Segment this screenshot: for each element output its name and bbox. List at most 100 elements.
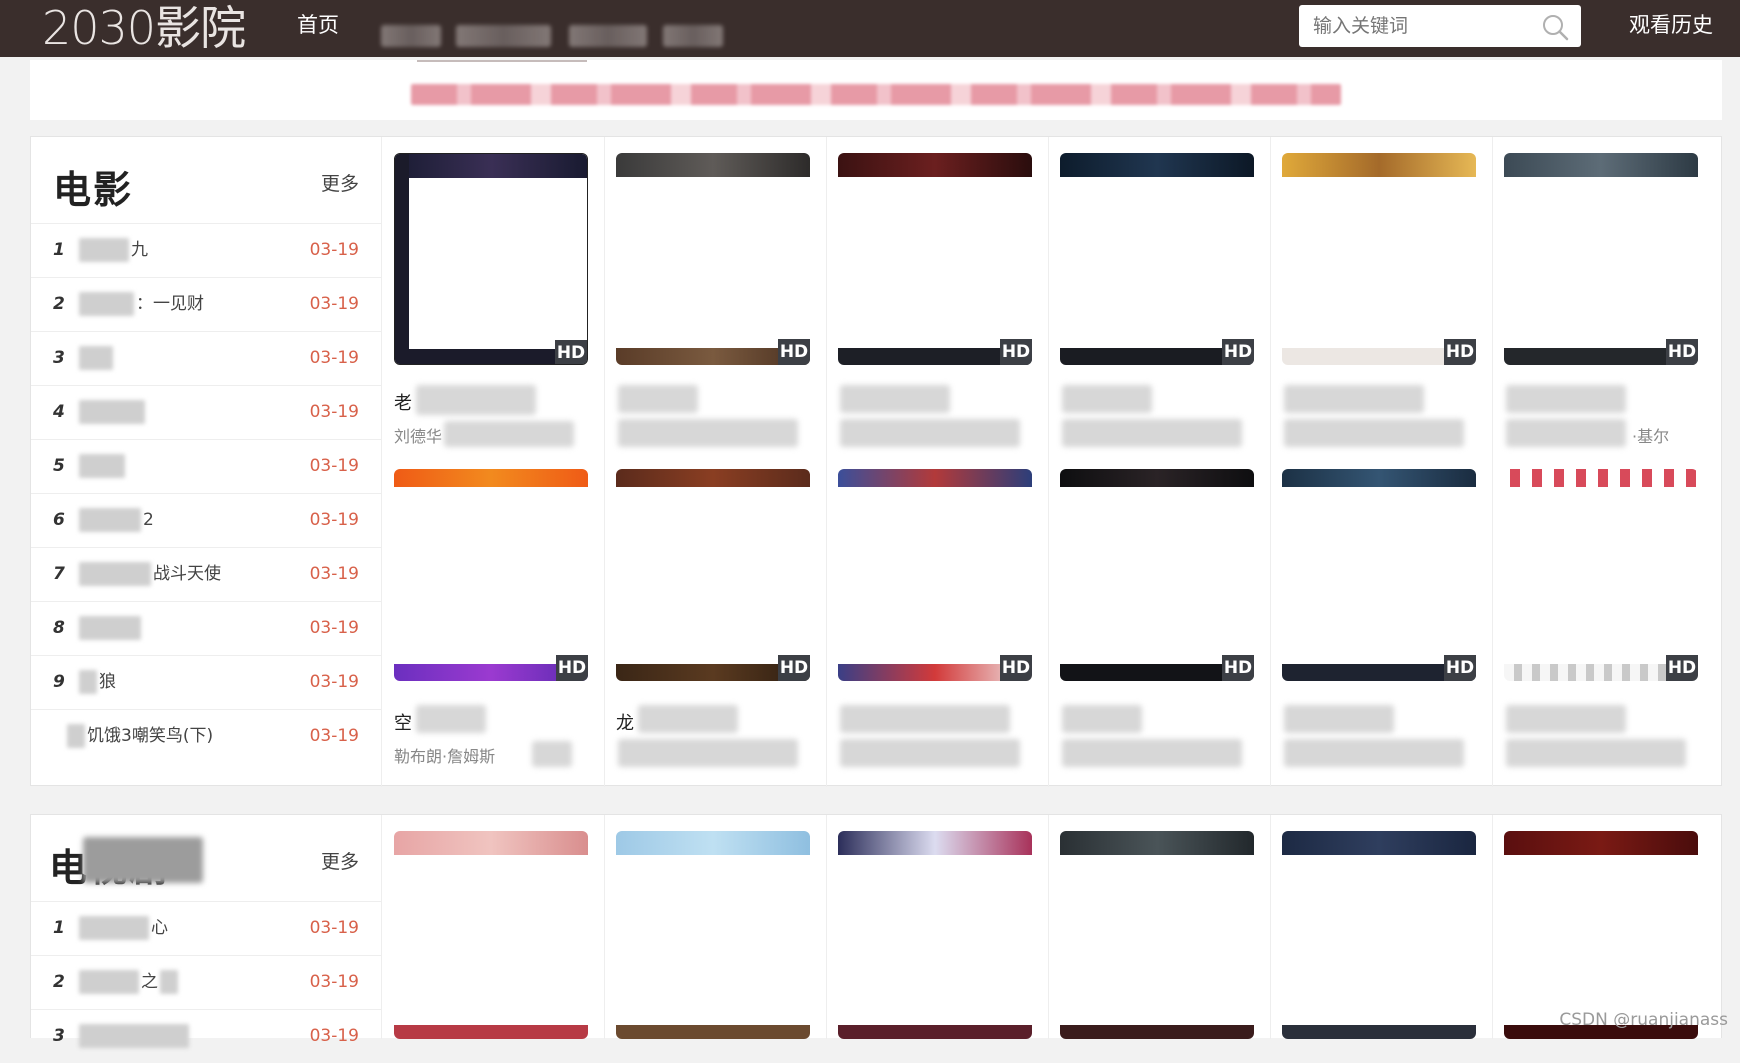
movie-card[interactable]: HD 龙 <box>604 457 826 787</box>
tv-poster[interactable] <box>1282 831 1476 1039</box>
hd-badge: HD <box>1000 655 1032 681</box>
movie-poster[interactable]: HD <box>1060 153 1254 365</box>
nav-active-underline <box>417 60 587 62</box>
rank-number: 2 <box>53 972 65 992</box>
rank-date: 03-19 <box>309 294 359 314</box>
tv-card[interactable] <box>1270 815 1492 1039</box>
rank-item[interactable]: 1 心 03-19 <box>31 902 381 956</box>
search-icon[interactable] <box>1541 13 1569 41</box>
top-navigation-bar: 2030影院 首页 观看历史 <box>0 0 1740 57</box>
movie-poster[interactable]: HD <box>394 153 588 365</box>
movie-poster[interactable]: HD <box>1282 469 1476 681</box>
movie-poster[interactable]: HD <box>394 469 588 681</box>
movie-card[interactable]: HD <box>604 137 826 457</box>
rank-number: 3 <box>53 1026 65 1046</box>
rank-title <box>79 386 147 439</box>
movie-section: 电影 更多 1 九 03-19 2 ：一见财 03-19 3 03-19 4 03-19 5… <box>30 136 1722 787</box>
movie-title[interactable]: 空 <box>394 709 412 735</box>
tv-card[interactable] <box>604 815 826 1039</box>
tv-card[interactable] <box>1492 815 1714 1039</box>
rank-item[interactable]: 3 03-19 <box>31 332 381 386</box>
movie-poster[interactable]: HD <box>1060 469 1254 681</box>
rank-item[interactable]: 1 九 03-19 <box>31 224 381 278</box>
movie-card[interactable]: HD <box>826 137 1048 457</box>
notice-text-redacted[interactable] <box>411 84 1341 105</box>
rank-title: 之 <box>79 956 180 1009</box>
hd-badge: HD <box>1222 655 1254 681</box>
rank-title <box>79 332 115 385</box>
movie-card[interactable]: HD 老 刘德华 <box>382 137 604 457</box>
movie-card[interactable]: HD <box>1048 137 1270 457</box>
movie-card[interactable]: HD <box>1048 457 1270 787</box>
nav-item-redacted[interactable] <box>456 24 551 47</box>
movie-poster[interactable]: HD <box>838 469 1032 681</box>
tv-rank-panel: 电视剧 更多 1心 03-19 2之 03-19 3 03-19 <box>31 815 381 1063</box>
nav-item-redacted[interactable] <box>569 24 647 47</box>
movie-card[interactable]: HD <box>1492 457 1714 787</box>
more-link[interactable]: 更多 <box>321 169 359 196</box>
rank-number: 4 <box>53 402 65 422</box>
movie-card[interactable]: HD ·基尔 <box>1492 137 1714 457</box>
rank-date: 03-19 <box>309 240 359 260</box>
rank-date: 03-19 <box>309 348 359 368</box>
rank-item[interactable]: 6 2 03-19 <box>31 494 381 548</box>
tv-card[interactable] <box>826 815 1048 1039</box>
site-logo[interactable]: 2030影院 <box>42 2 246 55</box>
rank-item[interactable]: 3 03-19 <box>31 1010 381 1063</box>
movie-cast: 勒布朗·詹姆斯 <box>394 747 496 766</box>
nav-home[interactable]: 首页 <box>297 0 339 57</box>
rank-date: 03-19 <box>309 972 359 992</box>
hd-badge: HD <box>556 655 588 681</box>
rank-item[interactable]: 饥饿3嘲笑鸟(下) 03-19 <box>31 710 381 763</box>
tv-card[interactable] <box>1048 815 1270 1039</box>
nav-item-redacted[interactable] <box>663 24 723 47</box>
tv-card[interactable] <box>382 815 604 1039</box>
movie-card[interactable]: HD <box>1270 137 1492 457</box>
movie-poster[interactable]: HD <box>1282 153 1476 365</box>
search-input[interactable] <box>1299 5 1538 47</box>
hd-badge: HD <box>778 339 810 365</box>
rank-item[interactable]: 4 03-19 <box>31 386 381 440</box>
watermark-text: CSDN @ruanjianass <box>1559 1010 1728 1030</box>
movie-poster[interactable]: HD <box>838 153 1032 365</box>
movie-title[interactable]: 龙 <box>616 709 634 735</box>
rank-title: 九 <box>79 224 148 277</box>
tv-poster[interactable] <box>394 831 588 1039</box>
hd-badge: HD <box>555 340 587 364</box>
nav-item-redacted[interactable] <box>381 24 441 47</box>
rank-number: 8 <box>53 618 65 638</box>
more-link[interactable]: 更多 <box>321 847 359 874</box>
movie-poster[interactable]: HD <box>1504 469 1698 681</box>
rank-title: ：一见财 <box>79 278 204 331</box>
movie-card[interactable]: HD <box>826 457 1048 787</box>
movie-card[interactable]: HD 空 勒布朗·詹姆斯 <box>382 457 604 787</box>
rank-item[interactable]: 2 之 03-19 <box>31 956 381 1010</box>
rank-date: 03-19 <box>309 510 359 530</box>
tv-poster[interactable] <box>1060 831 1254 1039</box>
rank-item[interactable]: 7 战斗天使 03-19 <box>31 548 381 602</box>
rank-item[interactable]: 5 03-19 <box>31 440 381 494</box>
movie-card[interactable]: HD <box>1270 457 1492 787</box>
rank-item[interactable]: 9 狼 03-19 <box>31 656 381 710</box>
movie-poster[interactable]: HD <box>616 153 810 365</box>
rank-date: 03-19 <box>309 726 359 746</box>
rank-item[interactable]: 8 03-19 <box>31 602 381 656</box>
rank-date: 03-19 <box>309 564 359 584</box>
rank-title: 饥饿3嘲笑鸟(下) <box>67 710 213 763</box>
rank-number: 7 <box>53 564 65 584</box>
rank-number: 1 <box>53 240 65 260</box>
rank-number: 6 <box>53 510 65 530</box>
tv-poster[interactable] <box>838 831 1032 1039</box>
search-box <box>1299 5 1581 47</box>
movie-poster[interactable]: HD <box>616 469 810 681</box>
rank-number: 5 <box>53 456 65 476</box>
movie-title[interactable]: 老 <box>394 389 412 415</box>
tv-poster[interactable] <box>1504 831 1698 1039</box>
rank-item[interactable]: 2 ：一见财 03-19 <box>31 278 381 332</box>
movie-poster[interactable]: HD <box>1504 153 1698 365</box>
watch-history-link[interactable]: 观看历史 <box>1629 0 1713 50</box>
rank-number: 3 <box>53 348 65 368</box>
rank-number: 2 <box>53 294 65 314</box>
tv-poster[interactable] <box>616 831 810 1039</box>
hd-badge: HD <box>1222 339 1254 365</box>
